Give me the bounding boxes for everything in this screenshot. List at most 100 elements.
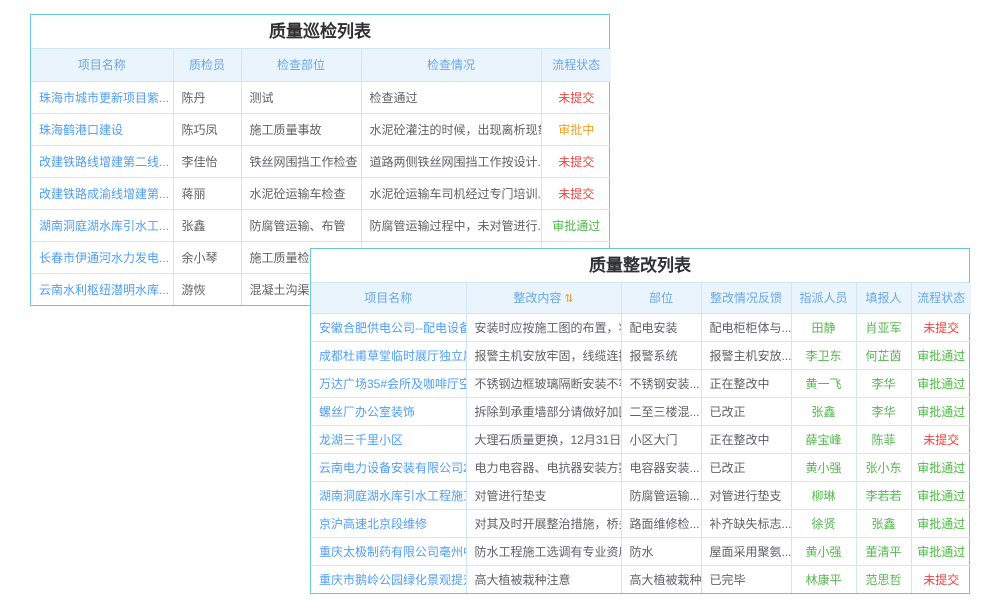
rectify-feedback: 已完毕 <box>710 573 746 587</box>
assignee-name-cell: 林康平 <box>791 565 856 593</box>
column-header-project: 项目名称 <box>311 283 466 313</box>
rectify-content-cell: 大理石质量更换，12月31日之... <box>466 425 621 453</box>
project-link[interactable]: 改建铁路线增建第二线... <box>39 155 169 169</box>
inspector-name-cell: 陈巧凤 <box>173 113 241 145</box>
rectify-content: 防水工程施工选调有专业资质... <box>475 545 622 559</box>
inspection-part-cell: 施工质量事故 <box>241 113 361 145</box>
project-link-cell: 改建铁路成渝线增建第... <box>31 177 173 209</box>
rectify-feedback-cell: 已改正 <box>701 453 791 481</box>
project-link-cell: 长春市伊通河水力发电... <box>31 241 173 273</box>
reporter-name: 李若若 <box>865 489 901 503</box>
project-link[interactable]: 湖南洞庭湖水库引水工... <box>39 219 169 233</box>
project-link-cell: 改建铁路线增建第二线... <box>31 145 173 177</box>
rectify-feedback: 正在整改中 <box>710 433 770 447</box>
rectify-feedback-cell: 正在整改中 <box>701 425 791 453</box>
project-link[interactable]: 改建铁路成渝线增建第... <box>39 187 169 201</box>
project-link[interactable]: 成都杜甫草堂临时展厅独立展... <box>319 349 466 363</box>
sort-icon[interactable]: ⇅ <box>564 293 573 305</box>
table-row: 改建铁路线增建第二线...李佳怡铁丝网围挡工作检查道路两侧铁丝网围挡工作按设计.… <box>31 145 611 177</box>
assignee-name: 黄小强 <box>805 545 841 559</box>
assignee-name-cell: 黄小强 <box>791 453 856 481</box>
column-header-content[interactable]: 整改内容⇅ <box>466 283 621 313</box>
inspection-table-title: 质量巡检列表 <box>31 15 609 49</box>
rectify-part: 防水 <box>630 545 654 559</box>
column-header-situation: 检查情况 <box>361 49 541 81</box>
inspection-part-cell: 防腐管运输、布管 <box>241 209 361 241</box>
table-row: 珠海市城市更新项目紫...陈丹测试检查通过未提交 <box>31 81 611 113</box>
inspection-part: 铁丝网围挡工作检查 <box>250 155 358 169</box>
inspector-name-cell: 陈丹 <box>173 81 241 113</box>
table-row: 龙湖三千里小区大理石质量更换，12月31日之...小区大门正在整改中薛宝峰陈菲未… <box>311 425 971 453</box>
project-link[interactable]: 长春市伊通河水力发电... <box>39 251 169 265</box>
project-link[interactable]: 安徽合肥供电公司--配电设备... <box>319 321 466 335</box>
inspection-situation-cell: 水泥砼运输车司机经过专门培训... <box>361 177 541 209</box>
rectify-content: 大理石质量更换，12月31日之... <box>475 433 622 447</box>
inspector-name: 蒋丽 <box>182 187 206 201</box>
reporter-name: 李华 <box>871 377 895 391</box>
table-row: 安徽合肥供电公司--配电设备...安装时应按施工图的布置，将...配电安装配电柜… <box>311 313 971 341</box>
project-link[interactable]: 京沪高速北京段维修 <box>319 517 427 531</box>
assignee-name-cell: 黄小强 <box>791 537 856 565</box>
reporter-name: 张小东 <box>865 461 901 475</box>
rectify-content: 安装时应按施工图的布置，将... <box>475 321 622 335</box>
rectify-content: 电力电容器、电抗器安装方案... <box>475 461 622 475</box>
inspection-situation: 水泥砼运输车司机经过专门培训... <box>370 187 542 201</box>
assignee-name-cell: 薛宝峰 <box>791 425 856 453</box>
inspection-part: 施工质量事故 <box>250 123 322 137</box>
status-badge-cell: 未提交 <box>541 81 611 113</box>
assignee-name: 张鑫 <box>811 405 835 419</box>
status-badge: 审批通过 <box>917 489 965 503</box>
rectify-feedback-cell: 已改正 <box>701 397 791 425</box>
inspector-name: 陈丹 <box>182 91 206 105</box>
assignee-name-cell: 田静 <box>791 313 856 341</box>
project-link-cell: 重庆市鹅岭公园绿化景观提升... <box>311 565 466 593</box>
column-header-part: 检查部位 <box>241 49 361 81</box>
rectify-part: 防腐管运输... <box>630 489 700 503</box>
rectify-feedback-cell: 屋面采用聚氨... <box>701 537 791 565</box>
project-link[interactable]: 螺丝厂办公室装饰 <box>319 405 415 419</box>
page: 质量巡检列表 项目名称 质检员 检查部位 检查情况 流程状态 珠海市城市更新项目… <box>0 0 1000 600</box>
status-badge: 审批通过 <box>917 377 965 391</box>
table-row: 湖南洞庭湖水库引水工程施工1...对管进行垫支防腐管运输...对管进行垫支柳琳李… <box>311 481 971 509</box>
status-badge: 未提交 <box>923 573 959 587</box>
project-link[interactable]: 云南水利枢纽潜明水库... <box>39 283 169 297</box>
project-link[interactable]: 万达广场35#会所及咖啡厅空... <box>319 377 466 391</box>
rectify-part: 二至三楼混... <box>630 405 700 419</box>
rectify-feedback: 屋面采用聚氨... <box>710 545 792 559</box>
assignee-name: 李卫东 <box>805 349 841 363</box>
inspector-name: 游恢 <box>182 283 206 297</box>
inspector-name: 李佳怡 <box>182 155 218 169</box>
column-header-status: 流程状态 <box>541 49 611 81</box>
project-link[interactable]: 龙湖三千里小区 <box>319 433 403 447</box>
inspector-name-cell: 蒋丽 <box>173 177 241 209</box>
project-link[interactable]: 重庆太极制药有限公司亳州中... <box>319 545 466 559</box>
reporter-name-cell: 李若若 <box>856 481 911 509</box>
table-row: 京沪高速北京段维修对其及时开展整治措施，桥头...路面维修检...补齐缺失标志.… <box>311 509 971 537</box>
table-row: 云南电力设备安装有限公司20... 电力电容器、电抗器安装方案...电容器安装..… <box>311 453 971 481</box>
rectify-table-title: 质量整改列表 <box>311 249 969 283</box>
status-badge: 审批通过 <box>917 349 965 363</box>
project-link-cell: 湖南洞庭湖水库引水工程施工1... <box>311 481 466 509</box>
status-badge-cell: 审批通过 <box>911 397 971 425</box>
reporter-name-cell: 何芷茵 <box>856 341 911 369</box>
table-row: 珠海鹤港口建设陈巧凤施工质量事故水泥砼灌注的时候，出现离析现象审批中 <box>31 113 611 145</box>
project-link[interactable]: 重庆市鹅岭公园绿化景观提升... <box>319 573 466 587</box>
status-badge-cell: 审批通过 <box>911 453 971 481</box>
inspector-name-cell: 李佳怡 <box>173 145 241 177</box>
project-link[interactable]: 云南电力设备安装有限公司20... <box>319 461 466 475</box>
reporter-name: 范思哲 <box>865 573 901 587</box>
inspection-part: 水泥砼运输车检查 <box>250 187 346 201</box>
rectify-content: 高大植被栽种注意 <box>475 573 571 587</box>
rectify-part-cell: 电容器安装... <box>621 453 701 481</box>
status-badge: 未提交 <box>923 321 959 335</box>
status-badge: 审批通过 <box>917 461 965 475</box>
status-badge: 审批通过 <box>917 545 965 559</box>
project-link[interactable]: 湖南洞庭湖水库引水工程施工1... <box>319 489 466 503</box>
rectify-feedback: 报警主机安放... <box>710 349 792 363</box>
status-badge-cell: 审批通过 <box>911 481 971 509</box>
project-link[interactable]: 珠海鹤港口建设 <box>39 123 123 137</box>
rectify-feedback: 正在整改中 <box>710 377 770 391</box>
inspection-situation-cell: 防腐管运输过程中，未对管进行... <box>361 209 541 241</box>
project-link[interactable]: 珠海市城市更新项目紫... <box>39 91 169 105</box>
rectify-feedback-cell: 补齐缺失标志... <box>701 509 791 537</box>
